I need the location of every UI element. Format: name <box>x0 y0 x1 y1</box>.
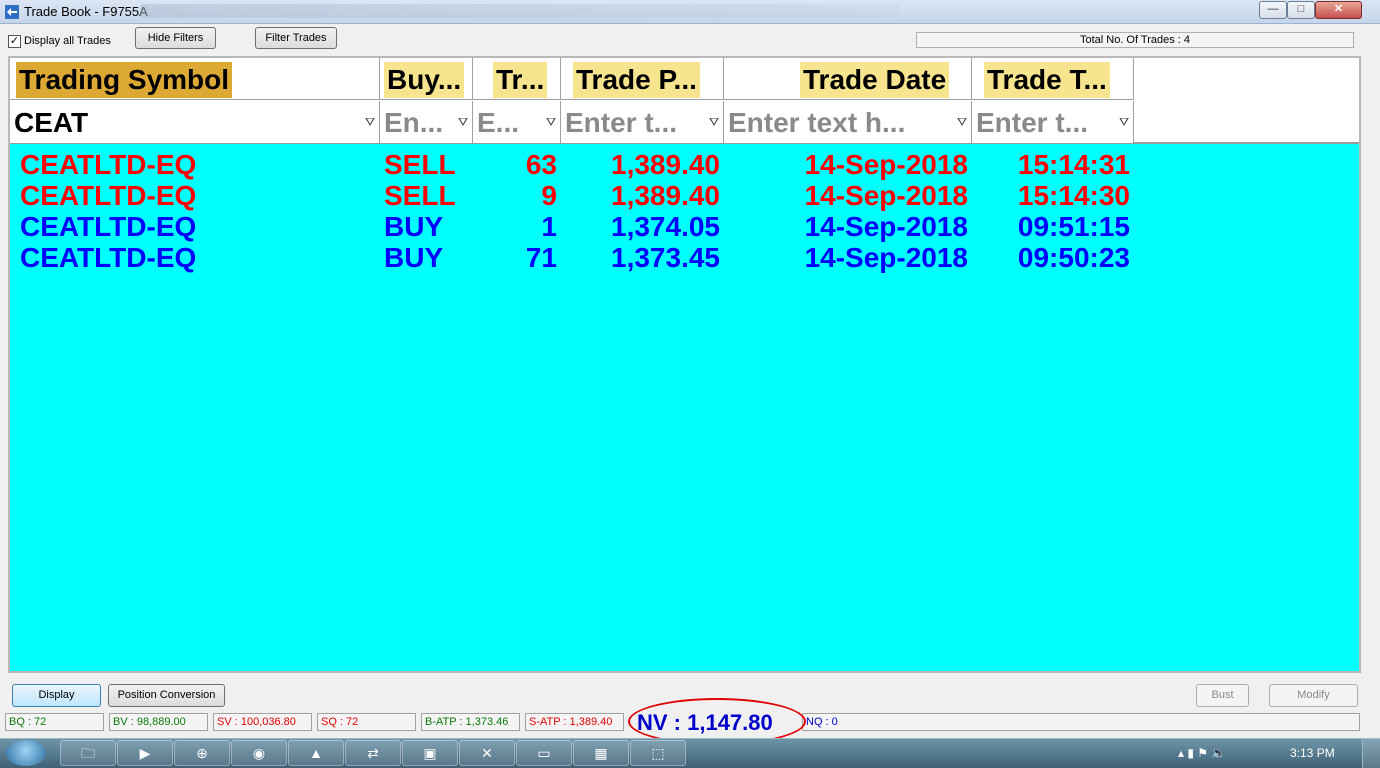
status-sell-atp: S-ATP : 1,389.40 <box>525 713 624 731</box>
status-sell-qty: SQ : 72 <box>317 713 416 731</box>
column-header-trade-time[interactable]: Trade T... <box>972 58 1134 100</box>
cell-date: 14-Sep-2018 <box>804 242 968 273</box>
filter-input-buy-sell[interactable]: En... <box>384 105 443 141</box>
filter-cell-trade-price[interactable]: Enter t... ⛛ <box>561 101 724 143</box>
table-row[interactable]: CEATLTD-EQ BUY 71 1,373.45 14-Sep-2018 0… <box>10 242 1359 273</box>
cell-time: 09:50:23 <box>1017 242 1130 273</box>
cell-price: 1,373.45 <box>611 242 720 273</box>
column-header-trading-symbol[interactable]: Trading Symbol <box>10 58 380 100</box>
column-header-buy-sell[interactable]: Buy... <box>380 58 473 100</box>
column-header-label: Trade Date <box>800 62 950 98</box>
media-player-icon[interactable]: ▶ <box>117 740 173 766</box>
column-header-label: Tr... <box>493 62 548 98</box>
cell-symbol: CEATLTD-EQ <box>20 180 197 211</box>
show-desktop-button[interactable] <box>1362 738 1380 768</box>
column-header-trade-date[interactable]: Trade Date <box>724 58 972 100</box>
table-row[interactable]: CEATLTD-EQ BUY 1 1,374.05 14-Sep-2018 09… <box>10 211 1359 242</box>
status-buy-atp: B-ATP : 1,373.46 <box>421 713 520 731</box>
filter-input-trade-qty[interactable]: E... <box>477 105 519 141</box>
column-header-trade-qty[interactable]: Tr... <box>473 58 561 100</box>
funnel-icon[interactable]: ⛛ <box>458 115 470 129</box>
cell-time: 15:14:30 <box>1017 180 1130 211</box>
modify-button[interactable]: Modify <box>1269 684 1358 707</box>
close-button[interactable]: ✕ <box>1315 1 1362 19</box>
grid-header: Trading Symbol Buy... Tr... Trade P... T… <box>10 58 1359 144</box>
cell-price: 1,374.05 <box>611 211 720 242</box>
maximize-button[interactable]: □ <box>1287 1 1315 19</box>
funnel-icon[interactable]: ⛛ <box>957 115 969 129</box>
filter-cell-trade-time[interactable]: Enter t... ⛛ <box>972 101 1134 143</box>
filter-trades-button[interactable]: Filter Trades <box>255 27 337 49</box>
cell-price: 1,389.40 <box>611 149 720 180</box>
minimize-button[interactable]: — <box>1259 1 1287 19</box>
cell-time: 09:51:15 <box>1017 211 1130 242</box>
cell-date: 14-Sep-2018 <box>804 211 968 242</box>
cell-side: SELL <box>384 180 456 211</box>
filter-input-trade-price[interactable]: Enter t... <box>565 105 677 141</box>
app-icon[interactable]: ▲ <box>288 740 344 766</box>
cell-qty: 63 <box>525 149 557 180</box>
filter-input-trade-date[interactable]: Enter text h... <box>728 105 905 141</box>
cell-side: SELL <box>384 149 456 180</box>
cell-symbol: CEATLTD-EQ <box>20 149 197 180</box>
cell-date: 14-Sep-2018 <box>804 180 968 211</box>
funnel-icon[interactable]: ⛛ <box>1119 115 1131 129</box>
trade-grid[interactable]: Trading Symbol Buy... Tr... Trade P... T… <box>8 56 1361 673</box>
chrome-icon[interactable]: ◉ <box>231 740 287 766</box>
calculator-icon[interactable]: ▦ <box>573 740 629 766</box>
column-header-label: Buy... <box>384 62 465 98</box>
status-buy-qty: BQ : 72 <box>5 713 104 731</box>
cell-time: 15:14:31 <box>1017 149 1130 180</box>
cell-side: BUY <box>384 242 444 273</box>
cell-side: BUY <box>384 211 444 242</box>
excel-icon[interactable]: ✕ <box>459 740 515 766</box>
funnel-icon[interactable]: ⛛ <box>546 115 558 129</box>
window-title: Trade Book - F9755A <box>24 4 148 19</box>
hide-filters-button[interactable]: Hide Filters <box>135 27 216 49</box>
title-blurred-region <box>140 4 900 18</box>
status-sell-value: SV : 100,036.80 <box>213 713 312 731</box>
column-header-trade-price[interactable]: Trade P... <box>561 58 724 100</box>
system-tray-icons[interactable]: ▴ ▮ ⚑ 🔈 <box>1178 746 1226 760</box>
window-icon[interactable]: ▭ <box>516 740 572 766</box>
bust-button[interactable]: Bust <box>1196 684 1249 707</box>
filter-input-trading-symbol[interactable]: CEAT <box>14 105 88 141</box>
cell-qty: 71 <box>525 242 557 273</box>
cell-price: 1,389.40 <box>611 180 720 211</box>
total-trades-display: Total No. Of Trades : 4 <box>916 32 1354 48</box>
column-header-label: Trade P... <box>573 62 700 98</box>
explorer-icon[interactable]: 🗀 <box>60 740 116 766</box>
filter-input-trade-time[interactable]: Enter t... <box>976 105 1088 141</box>
cell-symbol: CEATLTD-EQ <box>20 242 197 273</box>
table-row[interactable]: CEATLTD-EQ SELL 9 1,389.40 14-Sep-2018 1… <box>10 180 1359 211</box>
display-all-checkbox[interactable]: ✓ <box>8 35 21 48</box>
cell-date: 14-Sep-2018 <box>804 149 968 180</box>
cell-qty: 9 <box>541 180 557 211</box>
display-button[interactable]: Display <box>12 684 101 707</box>
filter-cell-trade-date[interactable]: Enter text h... ⛛ <box>724 101 972 143</box>
network-icon[interactable]: ⇄ <box>345 740 401 766</box>
display-all-label: Display all Trades <box>24 35 111 47</box>
windows-start-icon[interactable] <box>6 740 46 766</box>
position-conversion-button[interactable]: Position Conversion <box>108 684 225 707</box>
funnel-icon[interactable]: ⛛ <box>365 115 377 129</box>
filter-cell-buy-sell[interactable]: En... ⛛ <box>380 101 473 143</box>
pdf-icon[interactable]: ⬚ <box>630 740 686 766</box>
taskbar-clock[interactable]: 3:13 PM <box>1290 746 1335 760</box>
cell-symbol: CEATLTD-EQ <box>20 211 197 242</box>
app-icon <box>5 5 19 19</box>
cell-qty: 1 <box>541 211 557 242</box>
help-icon[interactable]: ⊕ <box>174 740 230 766</box>
status-net-qty: NQ : 0 <box>802 713 1360 731</box>
column-header-label: Trading Symbol <box>16 62 233 98</box>
chart-icon[interactable]: ▣ <box>402 740 458 766</box>
filter-cell-trading-symbol[interactable]: CEAT ⛛ <box>10 101 380 143</box>
column-header-label: Trade T... <box>984 62 1110 98</box>
table-row[interactable]: CEATLTD-EQ SELL 63 1,389.40 14-Sep-2018 … <box>10 149 1359 180</box>
filter-cell-trade-qty[interactable]: E... ⛛ <box>473 101 561 143</box>
status-buy-value: BV : 98,889.00 <box>109 713 208 731</box>
funnel-icon[interactable]: ⛛ <box>709 115 721 129</box>
